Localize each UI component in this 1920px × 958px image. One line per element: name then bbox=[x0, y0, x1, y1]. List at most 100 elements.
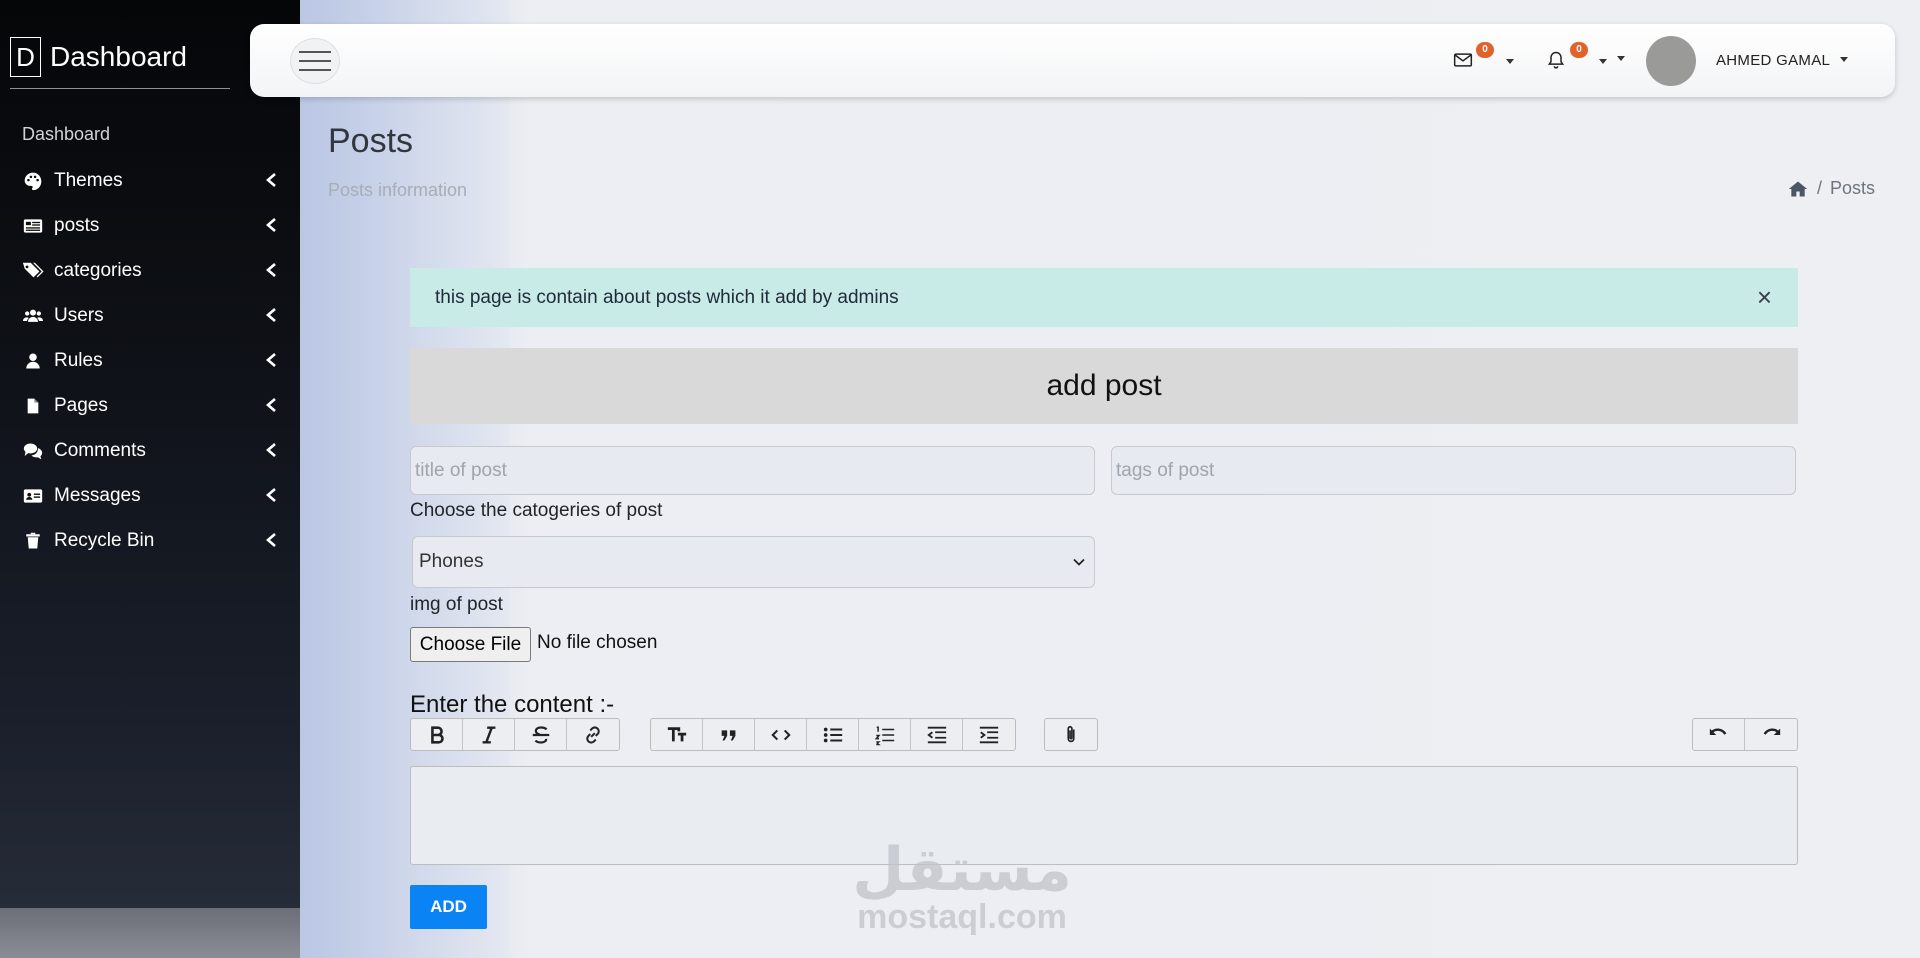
content-label: Enter the content :- bbox=[410, 691, 615, 718]
user-name: AHMED GAMAL bbox=[1716, 52, 1830, 69]
brand-logo: D bbox=[10, 37, 41, 77]
heading-button[interactable] bbox=[651, 719, 703, 750]
hamburger-line bbox=[299, 69, 331, 71]
sidebar-item-label: Users bbox=[54, 304, 104, 326]
content-editor[interactable] bbox=[410, 766, 1798, 865]
outdent-button[interactable] bbox=[911, 719, 963, 750]
bullet-list-icon bbox=[823, 727, 842, 742]
sidebar-item-posts[interactable]: posts bbox=[0, 203, 300, 248]
sidebar-item-recycle-bin[interactable]: Recycle Bin bbox=[0, 518, 300, 563]
indent-button[interactable] bbox=[963, 719, 1015, 750]
tags-icon bbox=[22, 260, 44, 282]
numbered-list-icon bbox=[874, 725, 894, 745]
sidebar-item-themes[interactable]: Themes bbox=[0, 158, 300, 203]
brand-title: Dashboard bbox=[50, 41, 187, 72]
attach-button[interactable] bbox=[1045, 719, 1097, 750]
trash-icon bbox=[22, 530, 44, 552]
chevron-left-icon bbox=[266, 398, 276, 412]
sidebar-item-comments[interactable]: Comments bbox=[0, 428, 300, 473]
sidebar: D Dashboard Dashboard Themes posts categ… bbox=[0, 0, 300, 958]
strikethrough-button[interactable] bbox=[515, 719, 567, 750]
sidebar-item-label: Messages bbox=[54, 484, 141, 506]
sidebar-item-label: Comments bbox=[54, 439, 146, 461]
undo-button[interactable] bbox=[1693, 719, 1745, 750]
image-label: img of post bbox=[410, 594, 503, 615]
sidebar-item-categories[interactable]: categories bbox=[0, 248, 300, 293]
users-icon bbox=[22, 305, 44, 327]
quote-button[interactable] bbox=[703, 719, 755, 750]
hamburger-line bbox=[299, 60, 331, 62]
watermark: مستقل mostaql.com bbox=[842, 840, 1082, 934]
sidebar-item-rules[interactable]: Rules bbox=[0, 338, 300, 383]
numbered-list-button[interactable] bbox=[859, 719, 911, 750]
page-subtitle: Posts information bbox=[328, 180, 468, 200]
page-title: Posts bbox=[328, 122, 414, 160]
outdent-icon bbox=[926, 726, 946, 743]
bold-icon bbox=[430, 725, 444, 744]
hamburger-line bbox=[299, 51, 331, 53]
bold-button[interactable] bbox=[411, 719, 463, 750]
notifications-dropdown[interactable]: 0 bbox=[1546, 42, 1625, 72]
brand[interactable]: D Dashboard bbox=[10, 37, 187, 77]
messages-dropdown[interactable]: 0 bbox=[1452, 42, 1514, 72]
add-post-button[interactable]: ADD bbox=[410, 885, 487, 929]
divider bbox=[10, 88, 230, 89]
caret-down-icon bbox=[1617, 56, 1625, 61]
post-title-input[interactable]: title of post bbox=[410, 446, 1095, 495]
italic-icon bbox=[482, 725, 495, 744]
category-selected: Phones bbox=[419, 551, 484, 572]
sidebar-heading[interactable]: Dashboard bbox=[22, 124, 110, 145]
notifications-badge: 0 bbox=[1570, 42, 1588, 58]
sidebar-item-label: Recycle Bin bbox=[54, 529, 155, 551]
top-navbar: 0 0 AHMED GAMAL bbox=[250, 24, 1895, 97]
avatar[interactable] bbox=[1646, 36, 1696, 86]
strikethrough-icon bbox=[532, 725, 549, 744]
post-tags-input[interactable]: tags of post bbox=[1111, 446, 1796, 495]
choose-file-button[interactable]: Choose File bbox=[410, 627, 531, 662]
caret-down-icon bbox=[1506, 59, 1514, 64]
close-icon[interactable]: × bbox=[1757, 284, 1772, 310]
breadcrumb-separator: / bbox=[1817, 178, 1823, 198]
sidebar-item-messages[interactable]: Messages bbox=[0, 473, 300, 518]
indent-icon bbox=[979, 726, 999, 743]
attach-group bbox=[1044, 718, 1098, 751]
chevron-left-icon bbox=[266, 443, 276, 457]
category-select[interactable]: Phones bbox=[412, 536, 1095, 588]
redo-icon bbox=[1763, 728, 1781, 735]
chevron-left-icon bbox=[266, 173, 276, 187]
messages-badge: 0 bbox=[1476, 42, 1494, 58]
palette-icon bbox=[22, 170, 44, 192]
text-format-group bbox=[410, 718, 620, 751]
file-status: No file chosen bbox=[537, 632, 658, 653]
user-menu[interactable]: AHMED GAMAL bbox=[1716, 52, 1849, 69]
form-header: add post bbox=[410, 348, 1798, 424]
bullet-list-button[interactable] bbox=[807, 719, 859, 750]
undo-icon bbox=[1709, 728, 1726, 735]
caret-down-icon bbox=[1599, 59, 1607, 64]
link-icon bbox=[586, 725, 600, 744]
alert-text: this page is contain about posts which i… bbox=[435, 286, 899, 308]
code-button[interactable] bbox=[755, 719, 807, 750]
menu-toggle-button[interactable] bbox=[290, 38, 340, 84]
sidebar-item-label: Rules bbox=[54, 349, 103, 371]
id-card-icon bbox=[22, 485, 44, 507]
comments-icon bbox=[22, 440, 44, 462]
chevron-left-icon bbox=[266, 353, 276, 367]
code-icon bbox=[770, 729, 791, 740]
redo-button[interactable] bbox=[1745, 719, 1797, 750]
envelope-icon bbox=[1453, 53, 1473, 67]
sidebar-item-label: Themes bbox=[54, 169, 123, 191]
sidebar-item-label: posts bbox=[54, 214, 100, 236]
caret-down-icon bbox=[1840, 57, 1849, 62]
watermark-latin: mostaql.com bbox=[857, 898, 1067, 936]
home-icon[interactable] bbox=[1787, 179, 1809, 199]
paperclip-icon bbox=[1067, 725, 1075, 742]
sidebar-item-pages[interactable]: Pages bbox=[0, 383, 300, 428]
sidebar-item-users[interactable]: Users bbox=[0, 293, 300, 338]
chevron-left-icon bbox=[266, 488, 276, 502]
sidebar-item-label: Pages bbox=[54, 394, 108, 416]
user-icon bbox=[22, 350, 44, 372]
italic-button[interactable] bbox=[463, 719, 515, 750]
chevron-left-icon bbox=[266, 263, 276, 277]
link-button[interactable] bbox=[567, 719, 619, 750]
